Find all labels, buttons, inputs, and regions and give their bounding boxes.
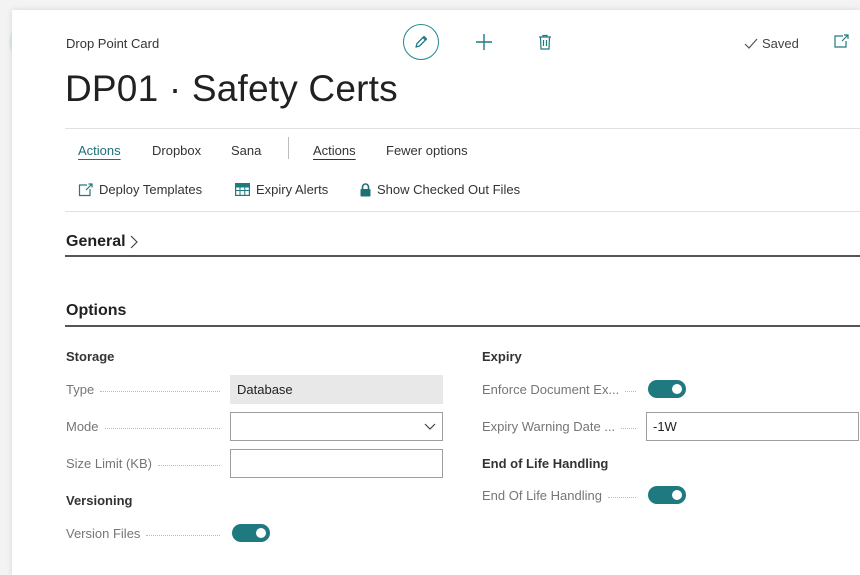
version-files-label: Version Files: [66, 526, 226, 541]
deploy-templates-action[interactable]: Deploy Templates: [78, 182, 202, 197]
leader-dots: [621, 428, 636, 429]
leader-dots: [146, 535, 220, 536]
chevron-right-icon: [130, 235, 138, 249]
tab-dropbox[interactable]: Dropbox: [152, 143, 201, 158]
expiry-alerts-action[interactable]: Expiry Alerts: [235, 182, 328, 197]
leader-dots: [157, 465, 220, 466]
end-of-life-handling-label-text: End Of Life Handling: [482, 488, 602, 503]
fewer-options-button[interactable]: Fewer options: [386, 143, 468, 158]
size-limit-input[interactable]: [230, 449, 443, 478]
new-button[interactable]: [474, 32, 494, 52]
enforce-document-expiry-label: Enforce Document Ex...: [482, 382, 642, 397]
pencil-icon: [415, 35, 428, 48]
expiry-alerts-label: Expiry Alerts: [256, 182, 329, 197]
end-of-life-handling-label: End Of Life Handling: [482, 488, 642, 503]
delete-button[interactable]: [535, 32, 555, 52]
show-checked-out-files-action[interactable]: Show Checked Out Files: [360, 182, 520, 197]
open-new-window-button[interactable]: [832, 32, 850, 50]
leader-dots: [607, 497, 636, 498]
versioning-heading: Versioning: [66, 493, 133, 508]
enforce-document-expiry-toggle[interactable]: [648, 380, 686, 398]
lock-icon: [360, 182, 371, 196]
show-checked-out-files-label: Show Checked Out Files: [377, 182, 521, 197]
size-limit-label-text: Size Limit (KB): [66, 456, 152, 471]
leader-dots: [104, 428, 220, 429]
divider: [65, 211, 860, 212]
expiry-warning-date-label-text: Expiry Warning Date ...: [482, 419, 616, 434]
tab-sana[interactable]: Sana: [231, 143, 261, 158]
type-value: Database: [237, 382, 293, 397]
mode-label-text: Mode: [66, 419, 99, 434]
version-files-toggle[interactable]: [232, 524, 270, 542]
expiry-warning-date-label: Expiry Warning Date ...: [482, 419, 642, 434]
type-label: Type: [66, 382, 226, 397]
type-field: Database: [230, 375, 443, 404]
size-limit-label: Size Limit (KB): [66, 456, 226, 471]
table-icon: [235, 183, 250, 196]
section-underline: [65, 325, 860, 327]
mode-label: Mode: [66, 419, 226, 434]
mode-select[interactable]: [230, 412, 443, 441]
deploy-icon: [78, 182, 93, 196]
expiry-heading: Expiry: [482, 349, 522, 364]
end-of-life-handling-toggle[interactable]: [648, 486, 686, 504]
edit-button[interactable]: [403, 24, 439, 60]
tab-separator: [288, 137, 289, 159]
breadcrumb[interactable]: Drop Point Card: [66, 36, 159, 51]
page-title: DP01 · Safety Certs: [65, 68, 398, 109]
leader-dots: [625, 391, 636, 392]
end-of-life-heading: End of Life Handling: [482, 456, 609, 471]
version-files-label-text: Version Files: [66, 526, 141, 541]
enforce-document-expiry-label-text: Enforce Document Ex...: [482, 382, 620, 397]
general-section-title: General: [66, 233, 126, 250]
tab-actions[interactable]: Actions: [78, 143, 121, 158]
deploy-templates-label: Deploy Templates: [99, 182, 203, 197]
leader-dots: [100, 391, 220, 392]
general-section-header[interactable]: General: [66, 233, 138, 251]
expiry-warning-date-input[interactable]: -1W: [646, 412, 859, 441]
open-in-new-window-icon: [834, 34, 849, 48]
saved-status: Saved: [744, 36, 799, 51]
plus-icon: [476, 34, 492, 50]
options-section-title: Options: [66, 302, 127, 319]
divider: [65, 128, 860, 129]
checkmark-icon: [744, 38, 758, 49]
drop-point-card: Drop Point Card Saved DP01 · Safety Cert…: [12, 10, 860, 575]
expiry-warning-date-value: -1W: [653, 419, 677, 434]
trash-icon: [539, 34, 551, 50]
type-label-text: Type: [66, 382, 95, 397]
section-underline: [65, 255, 860, 257]
tab-actions-secondary[interactable]: Actions: [313, 143, 356, 158]
saved-label: Saved: [762, 36, 799, 51]
chevron-down-icon: [424, 423, 436, 430]
storage-heading: Storage: [66, 349, 115, 364]
